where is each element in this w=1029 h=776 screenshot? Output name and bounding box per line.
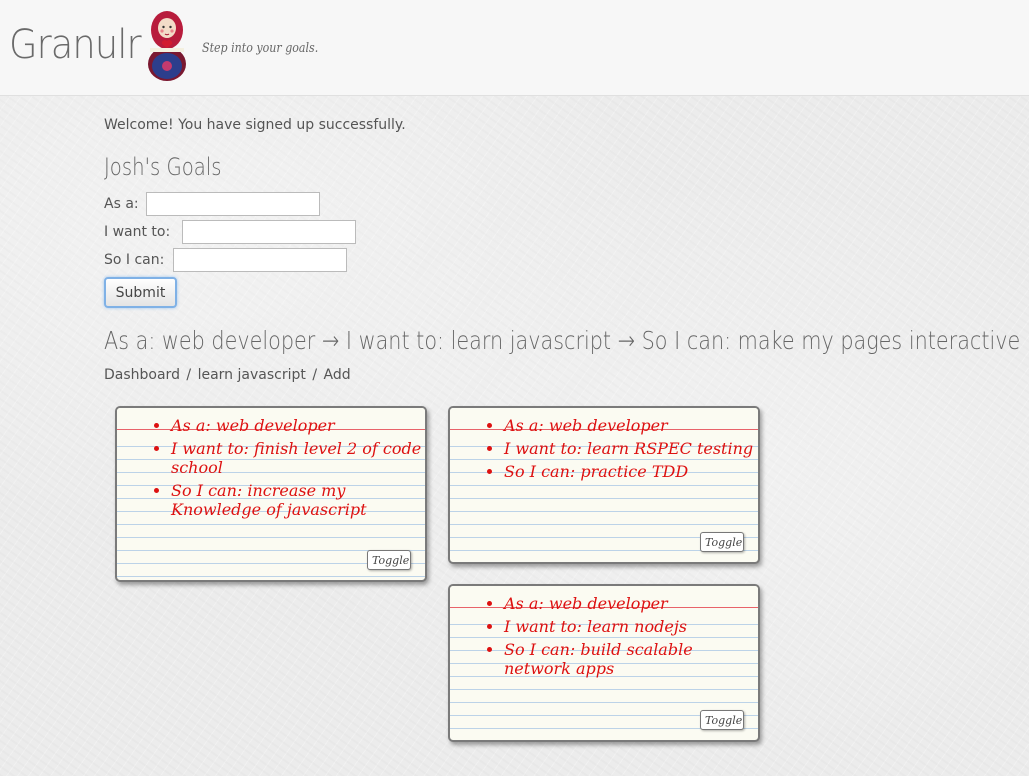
goals-title: Josh's Goals: [104, 153, 222, 181]
brand-logo-text[interactable]: Granulr: [9, 22, 142, 68]
goal-card: As a: web developer I want to: finish le…: [115, 406, 427, 582]
breadcrumb-separator: /: [312, 367, 318, 383]
breadcrumb-current-link[interactable]: learn javascript: [198, 367, 306, 383]
toggle-button[interactable]: Toggle c: [367, 550, 411, 570]
goal-card: As a: web developer I want to: learn RSP…: [448, 406, 760, 564]
breadcrumb-add-link[interactable]: Add: [323, 367, 350, 383]
card-i-want-to: I want to: finish level 2 of code school: [171, 439, 425, 477]
as-a-label: As a:: [104, 196, 139, 212]
goal-card-list: As a: web developer I want to: learn nod…: [450, 594, 758, 678]
so-i-can-input[interactable]: [173, 248, 347, 272]
i-want-to-input[interactable]: [182, 220, 356, 244]
card-as-a: As a: web developer: [504, 594, 758, 613]
card-i-want-to: I want to: learn RSPEC testing: [504, 439, 758, 458]
submit-button[interactable]: Submit: [104, 277, 177, 308]
goal-card: As a: web developer I want to: learn nod…: [448, 584, 760, 742]
card-so-i-can: So I can: practice TDD: [504, 462, 758, 481]
breadcrumb: Dashboard / learn javascript / Add: [104, 367, 353, 383]
flash-message: Welcome! You have signed up successfully…: [104, 117, 406, 133]
goal-card-list: As a: web developer I want to: learn RSP…: [450, 416, 758, 481]
story-heading: As a: web developer → I want to: learn j…: [104, 326, 1021, 355]
card-so-i-can: So I can: increase my Knowledge of javas…: [171, 481, 425, 519]
breadcrumb-separator: /: [186, 367, 192, 383]
i-want-to-label: I want to:: [104, 224, 171, 240]
as-a-input[interactable]: [146, 192, 320, 216]
card-as-a: As a: web developer: [171, 416, 425, 435]
card-i-want-to: I want to: learn nodejs: [504, 617, 758, 636]
breadcrumb-dashboard-link[interactable]: Dashboard: [104, 367, 180, 383]
card-so-i-can: So I can: build scalable network apps: [504, 640, 758, 678]
toggle-button[interactable]: Toggle c: [700, 710, 744, 730]
top-bar: Granulr Step into your goals.: [0, 0, 1029, 96]
matryoshka-doll-logo: [148, 11, 186, 81]
so-i-can-label: So I can:: [104, 252, 165, 268]
goal-card-list: As a: web developer I want to: finish le…: [117, 416, 425, 519]
card-as-a: As a: web developer: [504, 416, 758, 435]
tagline: Step into your goals.: [202, 41, 319, 56]
toggle-button[interactable]: Toggle c: [700, 532, 744, 552]
